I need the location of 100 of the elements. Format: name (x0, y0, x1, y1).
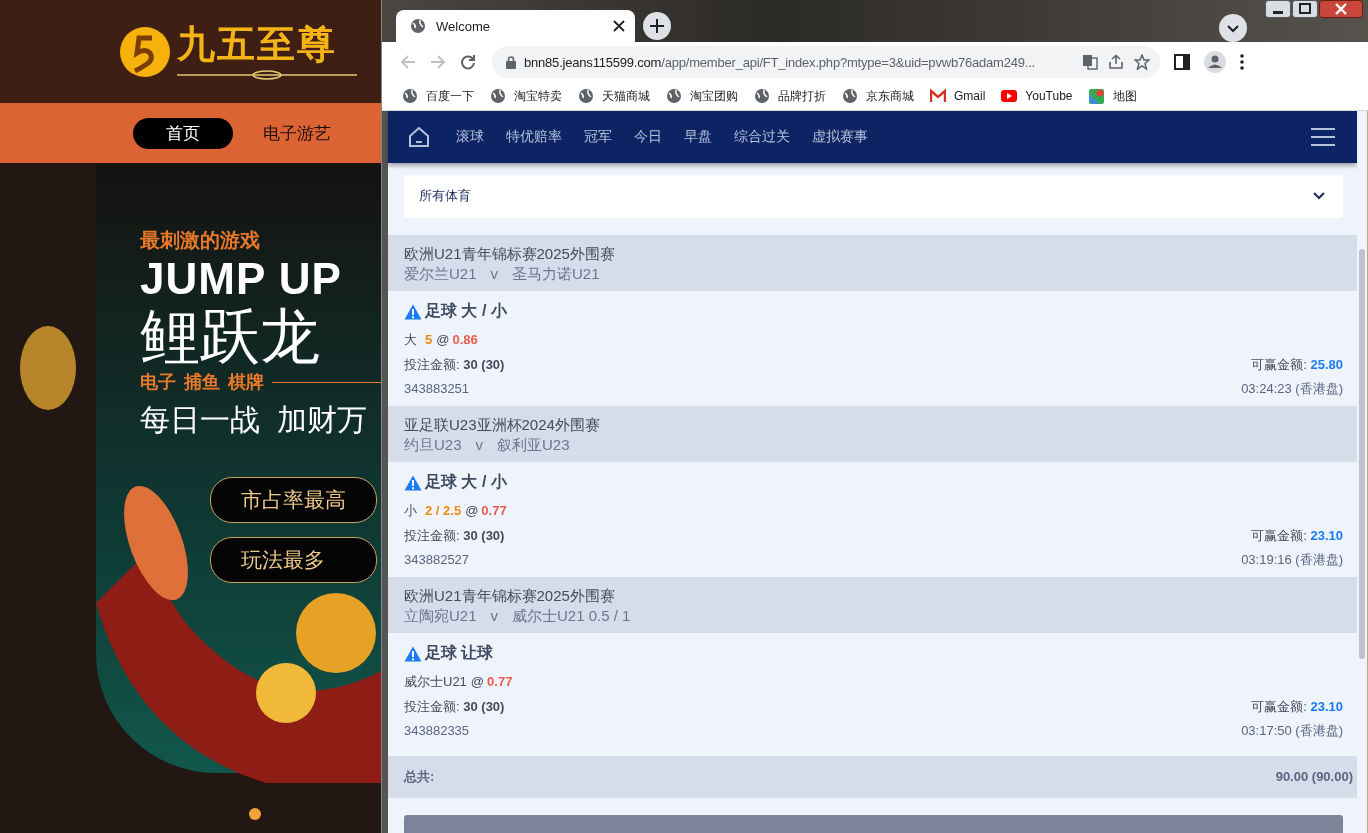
nav-link[interactable]: 首页 (133, 117, 233, 149)
logo-emblem-icon (119, 25, 171, 78)
globe-icon (842, 88, 858, 104)
tab-search-icon[interactable] (1219, 14, 1247, 42)
nav-link[interactable]: 滚球 (456, 128, 484, 146)
nav-link[interactable]: 电子游艺 (263, 117, 331, 149)
versus-label: v (475, 434, 484, 455)
browser-tab[interactable]: Welcome (396, 10, 635, 42)
profile-icon[interactable] (1204, 51, 1226, 73)
bet-selection: 威尔士U21 (404, 672, 467, 691)
nav-link[interactable]: 特优赔率 (506, 128, 562, 146)
banner-slogan: 每日一战 加财万 (140, 402, 367, 438)
logo-text: 九五至尊 (177, 23, 338, 64)
menu-dots-icon[interactable] (1240, 54, 1244, 70)
close-icon[interactable] (613, 20, 625, 32)
bookmark[interactable]: 天猫商城 (578, 87, 650, 105)
mail-icon (930, 88, 946, 104)
share-icon[interactable] (1108, 54, 1124, 70)
banner-headline: JUMP UP (140, 254, 342, 304)
at-sign: @ (465, 503, 479, 519)
scrollbar-thumb[interactable] (1359, 249, 1365, 659)
menu-icon[interactable] (1311, 127, 1335, 147)
carousel-dot[interactable] (249, 808, 261, 820)
chevron-down-icon (1313, 192, 1325, 201)
bookmark[interactable]: 百度一下 (402, 87, 474, 105)
minimize-icon[interactable] (1265, 0, 1291, 18)
team-name: 立陶宛U21 (404, 605, 477, 626)
lock-icon (506, 55, 516, 69)
globe-icon (410, 18, 426, 34)
handicap-line: 5 (425, 332, 433, 348)
stake-amount: 投注金额: 30 (30) (404, 355, 505, 374)
market-name: 足球 大 / 小 (425, 472, 507, 493)
banner-category: 棋牌 (228, 371, 264, 394)
banner-button[interactable]: 市占率最高 (210, 477, 377, 523)
bet-time: 03:17:50 (香港盘) (1241, 721, 1343, 740)
banner-button[interactable]: 玩法最多 (210, 537, 377, 583)
globe-icon (490, 88, 506, 104)
map-pin-icon (1088, 88, 1105, 104)
globe-icon (402, 88, 418, 104)
bookmark[interactable]: YouTube (1001, 88, 1073, 104)
warning-icon (404, 303, 422, 320)
home-icon[interactable] (408, 126, 430, 148)
potential-win: 可赢金额: 23.10 (1251, 526, 1343, 545)
banner-category: 捕鱼 (184, 371, 220, 394)
league-name: 亚足联U23亚洲杯2024外围赛 (404, 414, 601, 435)
ticket-number: 343882527 (404, 552, 470, 568)
bookmark[interactable]: 品牌打折 (754, 87, 826, 105)
bet-selection: 大 (404, 330, 417, 349)
bet-time: 03:19:16 (香港盘) (1241, 550, 1343, 569)
globe-icon (578, 88, 594, 104)
versus-label: v (490, 605, 499, 626)
total-label: 总共: (404, 767, 435, 786)
ticket-number: 343883251 (404, 381, 470, 397)
sport-dropdown[interactable]: 所有体育 (404, 174, 1343, 218)
odds-value: 0.77 (487, 674, 513, 690)
team-name: 威尔士U21 0.5 / 1 (512, 605, 631, 626)
nav-link[interactable]: 综合过关 (734, 128, 790, 146)
bookmark[interactable]: 京东商城 (842, 87, 914, 105)
nav-link[interactable]: 冠军 (584, 128, 612, 146)
globe-icon (666, 88, 682, 104)
globe-icon (754, 88, 770, 104)
team-name: 叙利亚U23 (497, 434, 570, 455)
banner-tagline: 最刺激的游戏 (140, 228, 260, 253)
nav-link[interactable]: 虚拟赛事 (812, 128, 868, 146)
nav-link[interactable]: 早盘 (684, 128, 712, 146)
bookmark[interactable]: Gmail (930, 88, 986, 104)
banner-title: 鲤跃龙 (140, 304, 320, 370)
stake-amount: 投注金额: 30 (30) (404, 697, 505, 716)
team-name: 爱尔兰U21 (404, 263, 477, 284)
star-icon[interactable] (1134, 54, 1150, 70)
side-panel-icon[interactable] (1174, 54, 1190, 70)
close-icon[interactable] (1319, 0, 1363, 18)
warning-icon (404, 645, 422, 662)
market-name: 足球 让球 (425, 643, 494, 664)
odds-value: 0.77 (481, 503, 507, 519)
reload-icon[interactable] (460, 54, 476, 70)
address-bar[interactable]: bnn85.jeans115599.com/app/member_api/FT_index.php?mtype=3&uid=pvwb76adam249... (492, 46, 1160, 78)
at-sign: @ (436, 332, 450, 348)
team-name: 圣马力诺U21 (512, 263, 600, 284)
at-sign: @ (470, 674, 485, 690)
potential-win: 可赢金额: 23.10 (1251, 697, 1343, 716)
potential-win: 可赢金额: 25.80 (1251, 355, 1343, 374)
nav-link[interactable]: 今日 (634, 128, 662, 146)
versus-label: v (490, 263, 499, 284)
play-icon (1001, 88, 1018, 104)
league-name: 欧洲U21青年锦标赛2025外围赛 (404, 243, 616, 264)
team-name: 约旦U23 (404, 434, 462, 455)
odds-value: 0.86 (452, 332, 478, 348)
handicap-line: 2 / 2.5 (425, 503, 462, 519)
translate-icon[interactable] (1082, 54, 1098, 70)
league-name: 欧洲U21青年锦标赛2025外围赛 (404, 585, 616, 606)
action-button[interactable] (404, 814, 1343, 833)
new-tab-icon[interactable] (643, 12, 671, 40)
stake-amount: 投注金额: 30 (30) (404, 526, 505, 545)
bookmark[interactable]: 淘宝特卖 (490, 87, 562, 105)
maximize-icon[interactable] (1292, 0, 1318, 18)
bookmark[interactable]: 地图 (1088, 87, 1137, 105)
bet-selection: 小 (404, 501, 417, 520)
ticket-number: 343882335 (404, 723, 470, 739)
bookmark[interactable]: 淘宝团购 (666, 87, 738, 105)
